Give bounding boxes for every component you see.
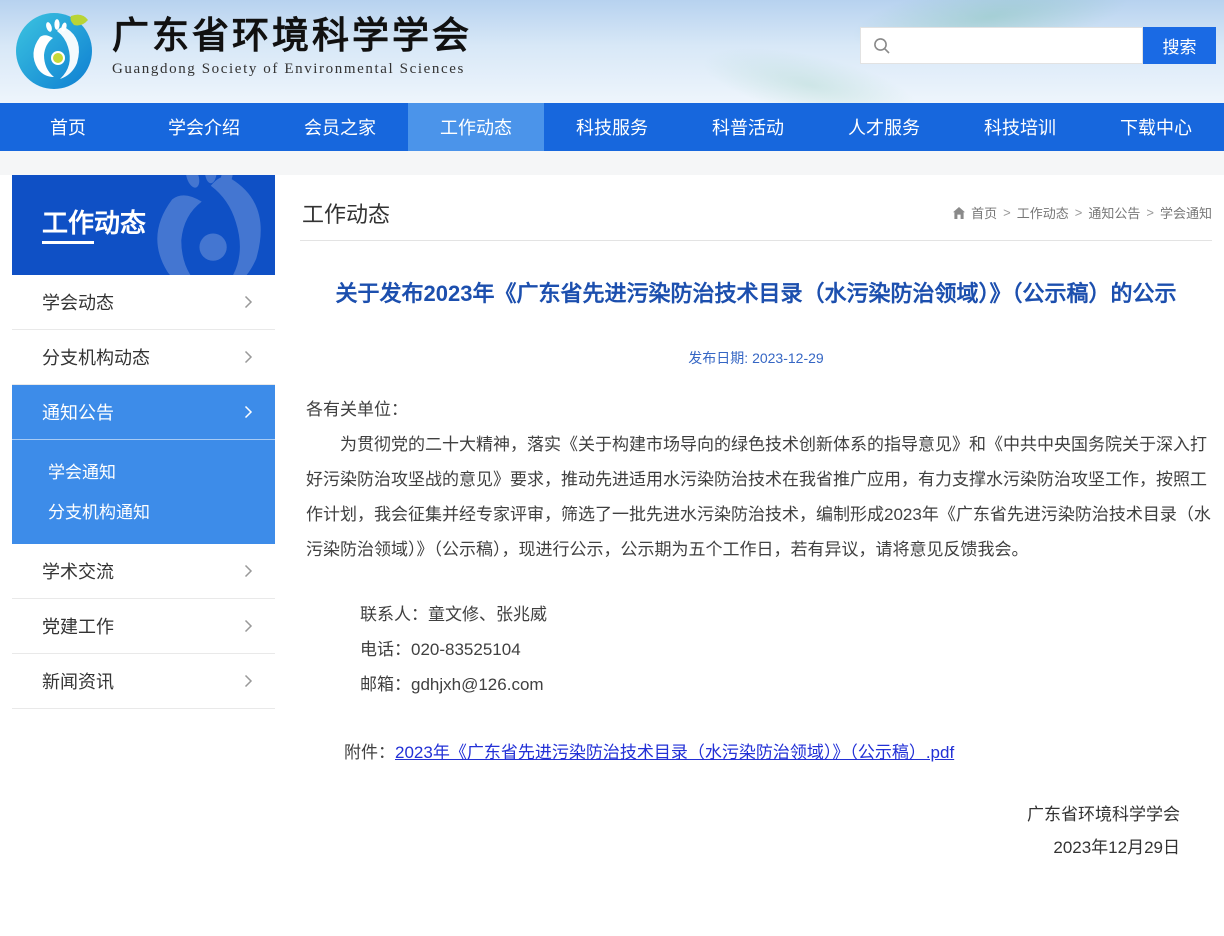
- sidebar-item-notices[interactable]: 通知公告: [12, 385, 275, 440]
- nav-item-talent-service[interactable]: 人才服务: [816, 103, 952, 151]
- signature-date: 2023年12月29日: [300, 831, 1180, 864]
- page-header: 工作动态 首页 > 工作动态 > 通知公告 > 学会通知: [300, 175, 1212, 241]
- salutation: 各有关单位：: [300, 392, 1212, 427]
- body-paragraph: 为贯彻党的二十大精神，落实《关于构建市场导向的绿色技术创新体系的指导意见》和《中…: [300, 427, 1212, 567]
- home-icon: [952, 206, 966, 220]
- chevron-right-icon: [244, 405, 253, 419]
- breadcrumb-item-society-notices[interactable]: 学会通知: [1160, 203, 1212, 222]
- chevron-right-icon: [244, 350, 253, 364]
- sidebar-item-label: 学术交流: [42, 558, 114, 584]
- sidebar-title-underline: [42, 241, 94, 244]
- breadcrumb-item-work-news[interactable]: 工作动态: [1017, 203, 1069, 222]
- main-content: 工作动态 首页 > 工作动态 > 通知公告 > 学会通知 关于发布2023年《广…: [300, 175, 1212, 864]
- sidebar-item-party-building[interactable]: 党建工作: [12, 599, 275, 654]
- chevron-right-icon: [244, 295, 253, 309]
- contact-email: 邮箱：gdhjxh@126.com: [360, 667, 1212, 702]
- logo-icon: [14, 11, 94, 91]
- sidebar-item-label: 分支机构动态: [42, 344, 150, 370]
- nav-item-members[interactable]: 会员之家: [272, 103, 408, 151]
- search-button[interactable]: 搜索: [1143, 27, 1216, 64]
- attachment-label: 附件：: [344, 743, 395, 762]
- site-subtitle: Guangdong Society of Environmental Scien…: [112, 61, 472, 78]
- sidebar-item-label: 通知公告: [42, 399, 114, 425]
- sidebar-subitem-branch-notices[interactable]: 分支机构通知: [12, 490, 275, 530]
- main-navigation: 首页 学会介绍 会员之家 工作动态 科技服务 科普活动 人才服务 科技培训 下载…: [0, 103, 1224, 151]
- sidebar-subitem-society-notices[interactable]: 学会通知: [12, 450, 275, 490]
- nav-item-work-news[interactable]: 工作动态: [408, 103, 544, 151]
- header-content-divider: [0, 151, 1224, 175]
- sidebar: 工作动态 学会动态 分支机构动态 通知公告 学会通知 分支机构通知 学术交流 党…: [12, 175, 275, 709]
- sidebar-item-academic-exchange[interactable]: 学术交流: [12, 544, 275, 599]
- sidebar-item-label: 党建工作: [42, 613, 114, 639]
- sidebar-title: 工作动态: [42, 203, 146, 240]
- nav-item-download-center[interactable]: 下载中心: [1088, 103, 1224, 151]
- search-icon: [873, 37, 891, 55]
- publish-date: 发布日期: 2023-12-29: [300, 348, 1212, 368]
- breadcrumb: 首页 > 工作动态 > 通知公告 > 学会通知: [952, 203, 1212, 222]
- search-input[interactable]: [899, 31, 1142, 61]
- search-input-wrap: [860, 27, 1143, 64]
- sidebar-item-label: 学会动态: [42, 289, 114, 315]
- attachment-line: 附件：2023年《广东省先进污染防治技术目录（水污染防治领域）》（公示稿）.pd…: [300, 735, 1212, 770]
- site-title: 广东省环境科学学会: [112, 14, 472, 58]
- sidebar-item-branch-news[interactable]: 分支机构动态: [12, 330, 275, 385]
- sidebar-item-label: 新闻资讯: [42, 668, 114, 694]
- breadcrumb-separator: >: [1075, 205, 1083, 220]
- chevron-right-icon: [244, 674, 253, 688]
- sidebar-submenu: 学会通知 分支机构通知: [12, 440, 275, 544]
- brand-block: 广东省环境科学学会 Guangdong Society of Environme…: [112, 14, 472, 78]
- site-logo: [14, 11, 94, 91]
- sidebar-item-news[interactable]: 新闻资讯: [12, 654, 275, 709]
- breadcrumb-item-home[interactable]: 首页: [971, 203, 997, 222]
- site-header: 广东省环境科学学会 Guangdong Society of Environme…: [0, 0, 1224, 103]
- article-body: 各有关单位： 为贯彻党的二十大精神，落实《关于构建市场导向的绿色技术创新体系的指…: [300, 392, 1212, 864]
- nav-item-tech-service[interactable]: 科技服务: [544, 103, 680, 151]
- signature-org: 广东省环境科学学会: [300, 798, 1180, 831]
- nav-item-home[interactable]: 首页: [0, 103, 136, 151]
- contact-person: 联系人：童文修、张兆威: [360, 597, 1212, 632]
- nav-item-science-popularization[interactable]: 科普活动: [680, 103, 816, 151]
- sidebar-item-society-news[interactable]: 学会动态: [12, 275, 275, 330]
- breadcrumb-separator: >: [1146, 205, 1154, 220]
- signature-block: 广东省环境科学学会 2023年12月29日: [300, 798, 1212, 864]
- breadcrumb-item-notices[interactable]: 通知公告: [1088, 203, 1140, 222]
- article-title: 关于发布2023年《广东省先进污染防治技术目录（水污染防治领域）》（公示稿）的公…: [316, 278, 1196, 310]
- sidebar-header: 工作动态: [12, 175, 275, 275]
- page-title: 工作动态: [302, 197, 390, 229]
- chevron-right-icon: [244, 564, 253, 578]
- nav-item-tech-training[interactable]: 科技培训: [952, 103, 1088, 151]
- search-box: 搜索: [860, 27, 1216, 64]
- contact-phone: 电话：020-83525104: [360, 632, 1212, 667]
- nav-item-about[interactable]: 学会介绍: [136, 103, 272, 151]
- attachment-pdf-link[interactable]: 2023年《广东省先进污染防治技术目录（水污染防治领域）》（公示稿）.pdf: [395, 743, 954, 762]
- breadcrumb-separator: >: [1003, 205, 1011, 220]
- contact-block: 联系人：童文修、张兆威 电话：020-83525104 邮箱：gdhjxh@12…: [300, 597, 1212, 702]
- chevron-right-icon: [244, 619, 253, 633]
